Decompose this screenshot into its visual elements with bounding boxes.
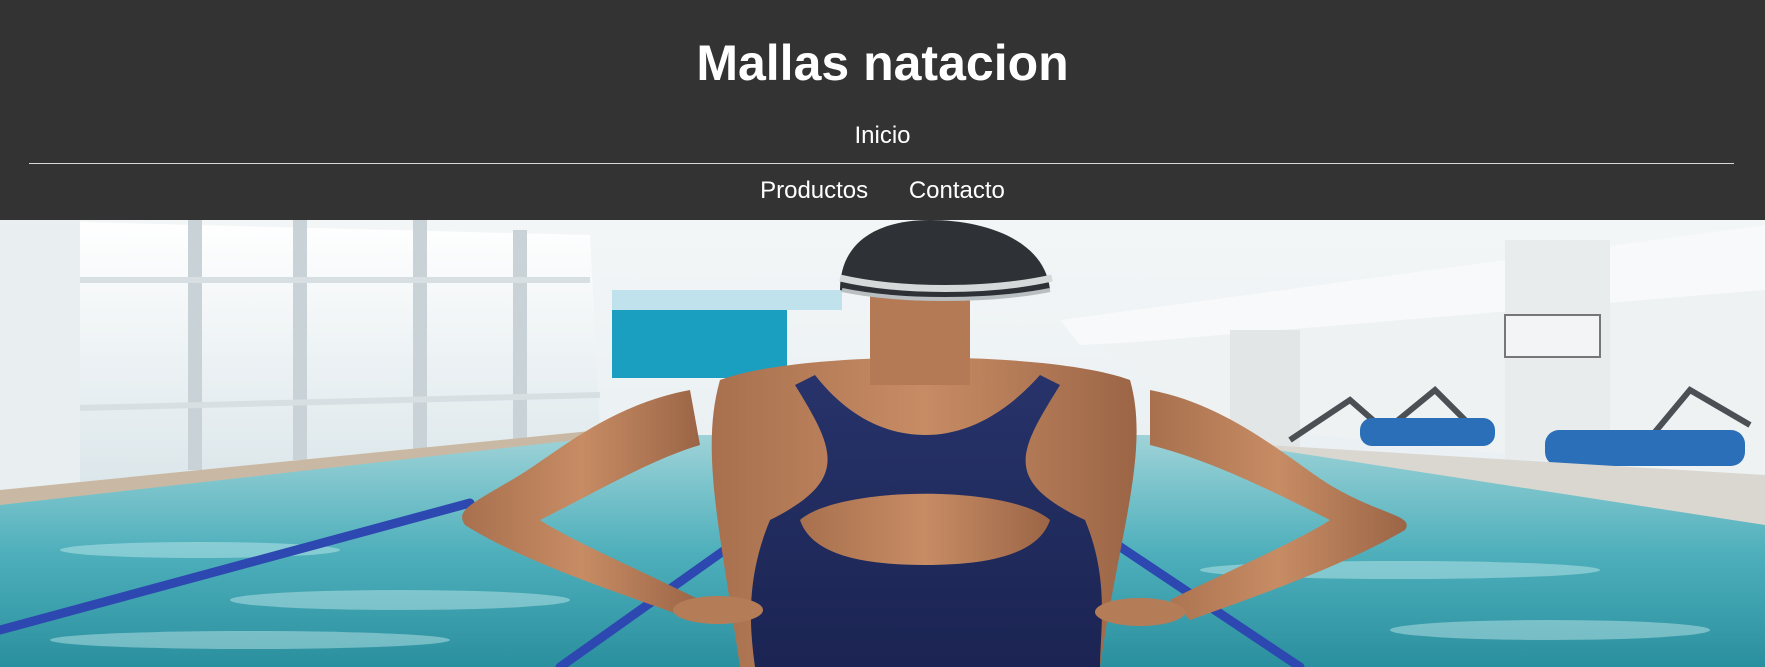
secondary-nav: Productos Contacto [0,176,1765,206]
hero-image [0,220,1765,667]
nav-link-inicio[interactable]: Inicio [854,121,910,151]
primary-nav: Inicio [0,121,1765,151]
nav-link-contacto[interactable]: Contacto [909,176,1005,206]
site-header: Mallas natacion Inicio Productos Contact… [0,0,1765,220]
site-title: Mallas natacion [696,35,1069,91]
nav-link-productos[interactable]: Productos [760,176,868,206]
swimmer-pool-illustration [0,220,1765,667]
nav-divider [29,163,1734,164]
